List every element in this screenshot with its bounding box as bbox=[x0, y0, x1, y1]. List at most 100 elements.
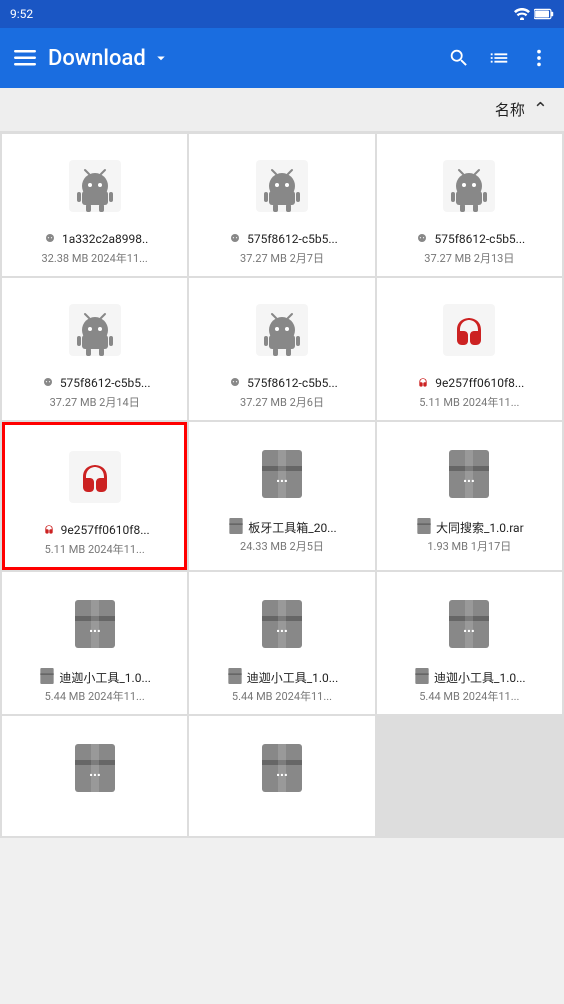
sort-label[interactable]: 名称 bbox=[495, 99, 525, 120]
file-name-text: 575f8612-c5b5... bbox=[247, 232, 338, 246]
small-type-icon bbox=[413, 230, 431, 248]
file-icon-wrap bbox=[246, 294, 318, 366]
file-meta: 迪迦小工具_1.0... 5.44 MB 2024年11... bbox=[226, 668, 339, 704]
file-icon-wrap bbox=[433, 294, 505, 366]
file-info: 37.27 MB 2月13日 bbox=[413, 250, 525, 266]
file-meta: 板牙工具箱_20... 24.33 MB 2月5日 bbox=[227, 518, 336, 554]
file-grid-item[interactable]: ... 大同搜索_1.0.rar 1.93 MB 1月17日 bbox=[377, 422, 562, 570]
title-chevron-down-icon[interactable] bbox=[152, 49, 170, 67]
file-name: 575f8612-c5b5... bbox=[413, 230, 525, 248]
file-name-text: 575f8612-c5b5... bbox=[247, 376, 338, 390]
file-grid-item[interactable]: 9e257ff0610f8... 5.11 MB 2024年11... bbox=[377, 278, 562, 420]
small-type-icon bbox=[39, 374, 57, 392]
file-icon-wrap bbox=[59, 294, 131, 366]
file-name: 迪迦小工具_1.0... bbox=[38, 668, 151, 686]
file-info: 37.27 MB 2月7日 bbox=[226, 250, 338, 266]
file-name: 1a332c2a8998.. bbox=[41, 230, 148, 248]
app-bar-title: Download bbox=[48, 46, 436, 71]
file-name-text: 迪迦小工具_1.0... bbox=[247, 669, 339, 686]
file-icon-wrap: ... bbox=[59, 732, 131, 804]
small-type-icon bbox=[415, 518, 433, 536]
file-grid-item[interactable]: 575f8612-c5b5... 37.27 MB 2月14日 bbox=[2, 278, 187, 420]
file-name: 迪迦小工具_1.0... bbox=[226, 668, 339, 686]
file-name-text: 575f8612-c5b5... bbox=[60, 376, 151, 390]
small-type-icon bbox=[40, 521, 58, 539]
search-button[interactable] bbox=[448, 47, 470, 69]
file-icon-wrap: ... bbox=[433, 438, 505, 510]
file-info: 37.27 MB 2月14日 bbox=[39, 394, 151, 410]
file-info: 5.44 MB 2024年11... bbox=[226, 688, 339, 704]
file-icon-wrap: ... bbox=[246, 732, 318, 804]
file-name: 9e257ff0610f8... bbox=[40, 521, 150, 539]
file-grid-item[interactable]: ... 迪迦小工具_1.0... 5.44 MB 2024年11... bbox=[377, 572, 562, 714]
file-grid-item[interactable]: ... 迪迦小工具_1.0... 5.44 MB 2024年11... bbox=[2, 572, 187, 714]
file-info: 37.27 MB 2月6日 bbox=[226, 394, 338, 410]
file-name-text: 迪迦小工具_1.0... bbox=[59, 669, 151, 686]
app-title-text: Download bbox=[48, 46, 146, 71]
file-info: 5.11 MB 2024年11... bbox=[40, 541, 150, 557]
file-meta: 575f8612-c5b5... 37.27 MB 2月7日 bbox=[226, 230, 338, 266]
file-grid-item[interactable]: ... bbox=[189, 716, 374, 836]
file-meta: 575f8612-c5b5... 37.27 MB 2月6日 bbox=[226, 374, 338, 410]
status-left: 9:52 bbox=[10, 7, 33, 21]
app-bar-icons bbox=[448, 47, 550, 69]
wifi-icon bbox=[514, 8, 530, 20]
battery-icon bbox=[534, 8, 554, 20]
file-name-text: 9e257ff0610f8... bbox=[435, 376, 524, 390]
file-name: 大同搜索_1.0.rar bbox=[415, 518, 524, 536]
file-info: 32.38 MB 2024年11... bbox=[41, 250, 148, 266]
file-name: 9e257ff0610f8... bbox=[414, 374, 524, 392]
file-meta: 大同搜索_1.0.rar 1.93 MB 1月17日 bbox=[415, 518, 524, 554]
small-type-icon bbox=[41, 230, 59, 248]
status-right bbox=[514, 8, 554, 20]
file-grid-item[interactable]: ... 板牙工具箱_20... 24.33 MB 2月5日 bbox=[189, 422, 374, 570]
file-meta: 9e257ff0610f8... 5.11 MB 2024年11... bbox=[414, 374, 524, 410]
file-info: 24.33 MB 2月5日 bbox=[227, 538, 336, 554]
file-name-text: 575f8612-c5b5... bbox=[434, 232, 525, 246]
file-grid-item[interactable]: 575f8612-c5b5... 37.27 MB 2月13日 bbox=[377, 134, 562, 276]
list-view-button[interactable] bbox=[488, 47, 510, 69]
file-name: 575f8612-c5b5... bbox=[226, 230, 338, 248]
sort-direction-icon[interactable]: ⌃ bbox=[533, 99, 548, 120]
file-info: 5.44 MB 2024年11... bbox=[413, 688, 526, 704]
file-info: 1.93 MB 1月17日 bbox=[415, 538, 524, 554]
status-bar: 9:52 bbox=[0, 0, 564, 28]
file-grid-item[interactable]: ... bbox=[2, 716, 187, 836]
file-icon-wrap: ... bbox=[246, 588, 318, 660]
file-info: 5.44 MB 2024年11... bbox=[38, 688, 151, 704]
file-grid-item[interactable]: 575f8612-c5b5... 37.27 MB 2月6日 bbox=[189, 278, 374, 420]
file-name: 迪迦小工具_1.0... bbox=[413, 668, 526, 686]
file-name: 575f8612-c5b5... bbox=[226, 374, 338, 392]
small-type-icon bbox=[413, 668, 431, 686]
file-icon-wrap bbox=[59, 150, 131, 222]
small-type-icon bbox=[227, 518, 245, 536]
file-meta: 575f8612-c5b5... 37.27 MB 2月13日 bbox=[413, 230, 525, 266]
file-name-text: 1a332c2a8998.. bbox=[62, 232, 148, 246]
file-name-text: 9e257ff0610f8... bbox=[61, 523, 150, 537]
small-type-icon bbox=[38, 668, 56, 686]
more-options-button[interactable] bbox=[528, 47, 550, 69]
hamburger-menu-button[interactable] bbox=[14, 50, 36, 66]
file-grid-item[interactable]: 575f8612-c5b5... 37.27 MB 2月7日 bbox=[189, 134, 374, 276]
file-meta: 575f8612-c5b5... 37.27 MB 2月14日 bbox=[39, 374, 151, 410]
file-icon-wrap bbox=[246, 150, 318, 222]
small-type-icon bbox=[226, 230, 244, 248]
file-name: 575f8612-c5b5... bbox=[39, 374, 151, 392]
file-grid-item[interactable]: 9e257ff0610f8... 5.11 MB 2024年11... bbox=[2, 422, 187, 570]
file-name-text: 板牙工具箱_20... bbox=[248, 519, 336, 536]
file-meta: 1a332c2a8998.. 32.38 MB 2024年11... bbox=[41, 230, 148, 266]
file-icon-wrap: ... bbox=[433, 588, 505, 660]
file-grid-item[interactable]: ... 迪迦小工具_1.0... 5.44 MB 2024年11... bbox=[189, 572, 374, 714]
file-info: 5.11 MB 2024年11... bbox=[414, 394, 524, 410]
file-name-text: 迪迦小工具_1.0... bbox=[434, 669, 526, 686]
status-time: 9:52 bbox=[10, 7, 33, 21]
file-meta: 迪迦小工具_1.0... 5.44 MB 2024年11... bbox=[413, 668, 526, 704]
file-icon-wrap: ... bbox=[59, 588, 131, 660]
file-icon-wrap bbox=[433, 150, 505, 222]
small-type-icon bbox=[226, 374, 244, 392]
file-name: 板牙工具箱_20... bbox=[227, 518, 336, 536]
file-meta: 迪迦小工具_1.0... 5.44 MB 2024年11... bbox=[38, 668, 151, 704]
app-bar: Download bbox=[0, 28, 564, 88]
file-grid-item[interactable]: 1a332c2a8998.. 32.38 MB 2024年11... bbox=[2, 134, 187, 276]
small-type-icon bbox=[414, 374, 432, 392]
